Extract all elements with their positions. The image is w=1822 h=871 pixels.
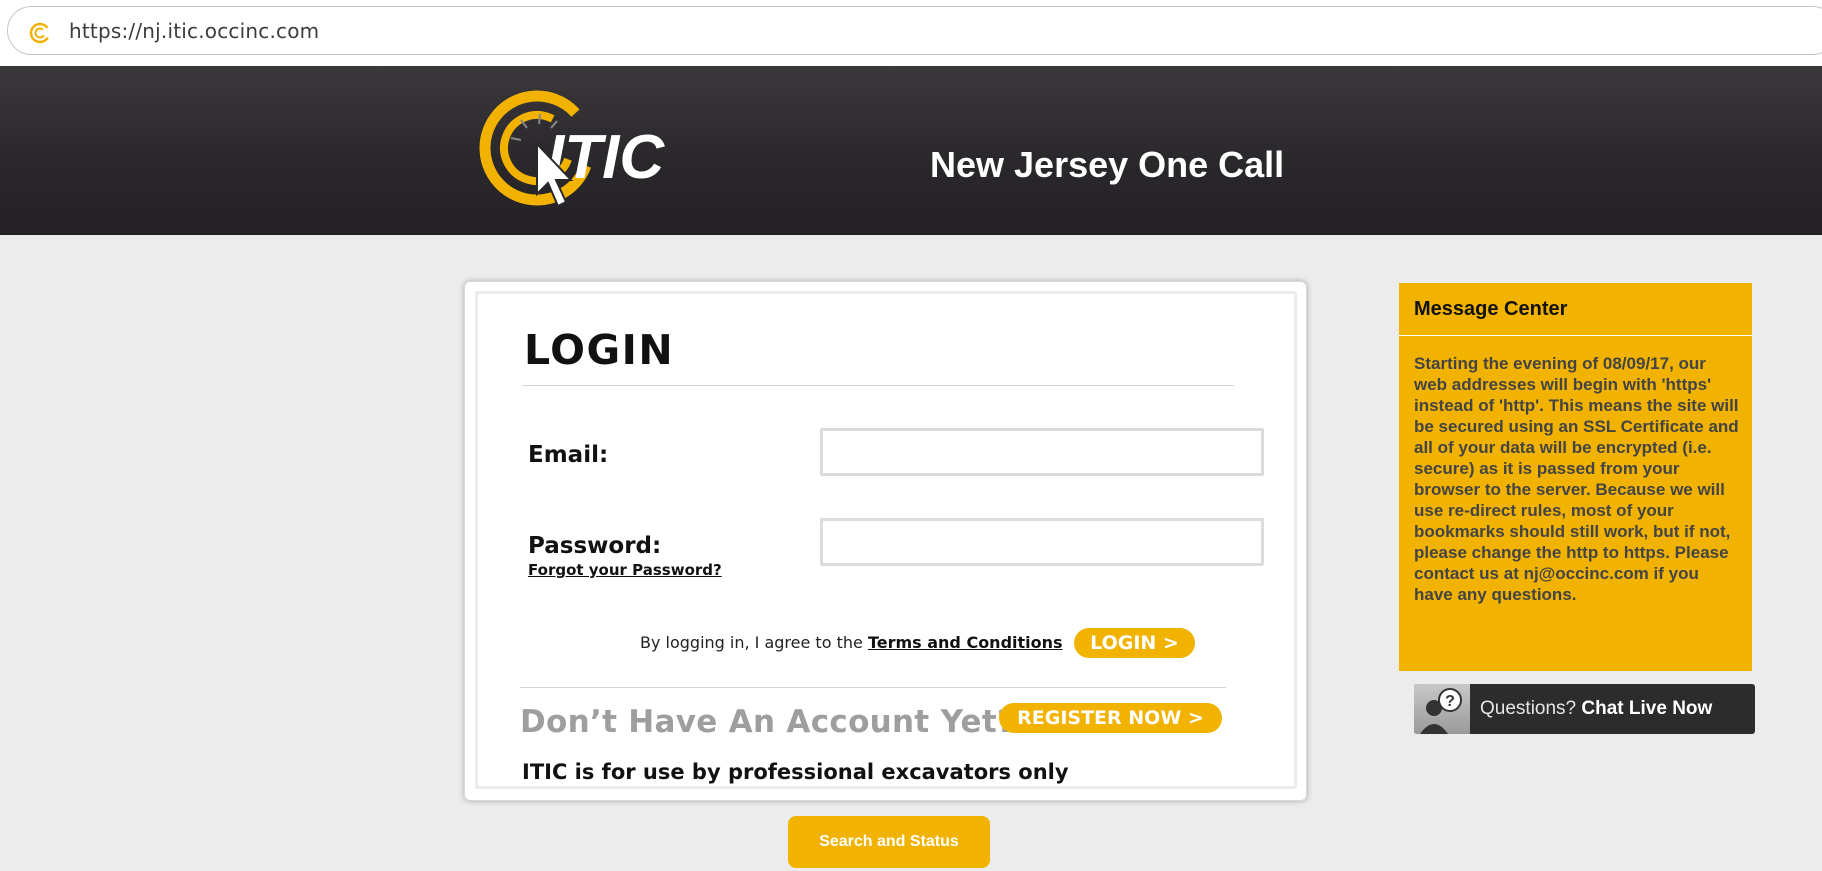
chat-label: Questions? Chat Live Now bbox=[1480, 698, 1712, 720]
message-center-header: Message Center bbox=[1399, 283, 1752, 336]
site-header: ITIC New Jersey One Call bbox=[0, 66, 1822, 235]
itic-logo[interactable]: ITIC bbox=[475, 86, 675, 226]
professional-notice: ITIC is for use by professional excavato… bbox=[522, 760, 1069, 784]
chat-prefix: Questions? bbox=[1480, 698, 1577, 719]
search-and-status-button[interactable]: Search and Status bbox=[788, 816, 990, 868]
email-field[interactable] bbox=[820, 428, 1264, 476]
forgot-password-link[interactable]: Forgot your Password? bbox=[528, 561, 722, 579]
no-account-heading: Don’t Have An Account Yet? bbox=[520, 704, 1016, 740]
divider bbox=[522, 385, 1234, 386]
address-bar[interactable]: https://nj.itic.occinc.com bbox=[7, 6, 1822, 55]
message-center-title: Message Center bbox=[1414, 298, 1568, 320]
terms-agreement: By logging in, I agree to the Terms and … bbox=[640, 633, 1063, 652]
svg-text:?: ? bbox=[1445, 693, 1455, 710]
help-person-icon: ? bbox=[1420, 688, 1462, 734]
terms-link[interactable]: Terms and Conditions bbox=[868, 633, 1063, 652]
password-label: Password: bbox=[528, 533, 662, 559]
password-field[interactable] bbox=[820, 518, 1264, 566]
address-bar-url[interactable]: https://nj.itic.occinc.com bbox=[69, 19, 319, 43]
message-center-body: Starting the evening of 08/09/17, our we… bbox=[1414, 354, 1739, 604]
message-center: Message Center Starting the evening of 0… bbox=[1399, 283, 1752, 671]
site-favicon-icon bbox=[29, 22, 51, 44]
chat-action: Chat Live Now bbox=[1581, 698, 1713, 719]
chat-live-button[interactable]: ? Questions? Chat Live Now bbox=[1414, 684, 1755, 734]
svg-text:ITIC: ITIC bbox=[547, 123, 665, 192]
browser-toolbar: https://nj.itic.occinc.com bbox=[0, 0, 1822, 66]
divider bbox=[520, 687, 1226, 688]
email-label: Email: bbox=[528, 442, 609, 468]
login-card: LOGIN Email: Password: Forgot your Passw… bbox=[464, 281, 1307, 801]
login-heading: LOGIN bbox=[524, 326, 675, 374]
login-button[interactable]: LOGIN > bbox=[1074, 628, 1195, 658]
site-title: New Jersey One Call bbox=[930, 144, 1285, 185]
chat-icon-box: ? bbox=[1414, 684, 1470, 734]
terms-agreement-text: By logging in, I agree to the bbox=[640, 633, 863, 652]
register-button[interactable]: REGISTER NOW > bbox=[999, 703, 1222, 733]
